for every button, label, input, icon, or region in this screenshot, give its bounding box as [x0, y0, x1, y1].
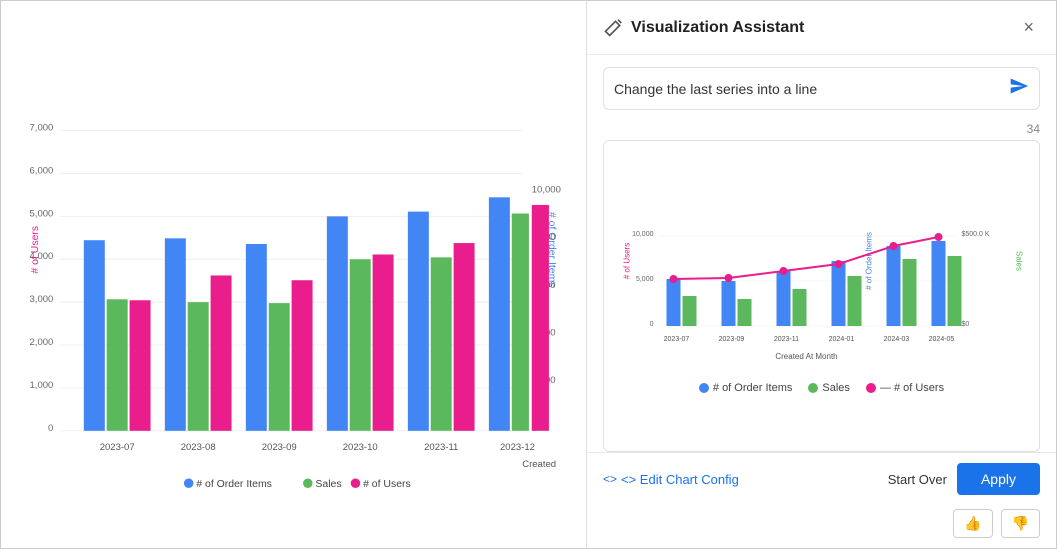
legend-label-users: ― # of Users: [880, 382, 944, 394]
close-button[interactable]: ×: [1017, 15, 1040, 40]
panel-title: Visualization Assistant: [631, 19, 804, 37]
edit-config-label: <> Edit Chart Config: [621, 472, 739, 487]
main-chart-area: # of Users # of Order Items 0 1,000 2,00…: [1, 1, 586, 548]
y-left-label: # of Users: [30, 226, 41, 274]
svg-text:# of Order Items: # of Order Items: [196, 479, 272, 488]
svg-text:$500.0 K: $500.0 K: [962, 231, 990, 238]
bar-group-3: [246, 244, 313, 431]
char-count-row: 34: [587, 122, 1056, 140]
send-icon: [1009, 76, 1029, 96]
svg-text:0: 0: [650, 321, 654, 328]
edit-config-button[interactable]: <> <> Edit Chart Config: [603, 472, 739, 487]
preview-chart-svg: # of Users # of Order Items Sales 0 5,00…: [614, 151, 1029, 371]
y-tick: 3,000: [30, 294, 54, 305]
thumbs-down-button[interactable]: 👎: [1001, 509, 1040, 538]
svg-text:10,000: 10,000: [632, 231, 654, 238]
panel-footer: <> <> Edit Chart Config Start Over Apply: [587, 452, 1056, 505]
y-tick: 4,000: [30, 251, 54, 262]
preview-y-left: # of Users: [623, 243, 632, 279]
svg-text:2023-11: 2023-11: [774, 336, 799, 343]
legend-label-sales: Sales: [822, 382, 850, 394]
legend-dot-order: [699, 383, 709, 393]
x-tick: 2023-09: [262, 442, 297, 453]
thumbs-up-button[interactable]: 👍: [953, 509, 992, 538]
char-count: 34: [1027, 122, 1040, 136]
x-tick: 2023-10: [343, 442, 378, 453]
y-tick: 6,000: [30, 165, 54, 176]
main-container: # of Users # of Order Items 0 1,000 2,00…: [0, 0, 1057, 549]
query-text: Change the last series into a line: [614, 81, 1001, 97]
bar-group-2: [165, 238, 232, 431]
svg-text:2024-01: 2024-01: [829, 336, 855, 343]
preview-x-label: Created At Month: [775, 352, 837, 361]
panel-title-group: Visualization Assistant: [603, 18, 804, 38]
viz-assistant-panel: Visualization Assistant × Change the las…: [586, 1, 1056, 548]
bar-group-4: [327, 216, 394, 430]
svg-text:# of Users: # of Users: [363, 479, 411, 488]
y-tick: 1,000: [30, 380, 54, 391]
bar-group-6: [489, 197, 510, 430]
preview-area: # of Users # of Order Items Sales 0 5,00…: [603, 140, 1040, 452]
y-right-tick: 10,000: [532, 185, 561, 196]
query-row: Change the last series into a line: [603, 67, 1040, 110]
wand-icon: [603, 18, 623, 38]
legend-users: ― # of Users: [866, 382, 944, 394]
y-tick: 7,000: [30, 123, 54, 134]
legend-sales: Sales: [808, 382, 850, 394]
svg-text:2023-09: 2023-09: [719, 336, 745, 343]
y-tick: 5,000: [30, 208, 54, 219]
preview-y-right: Sales: [1015, 251, 1024, 271]
legend-order-items: # of Order Items: [699, 382, 792, 394]
x-tick: 2023-12: [500, 442, 535, 453]
panel-header: Visualization Assistant ×: [587, 1, 1056, 55]
legend-dot-users: [866, 383, 876, 393]
svg-text:2024-05: 2024-05: [929, 336, 955, 343]
feedback-row: 👍 👎: [587, 505, 1056, 548]
bar-group-1: [84, 240, 151, 431]
x-tick: 2023-07: [100, 442, 135, 453]
svg-text:2024-03: 2024-03: [884, 336, 910, 343]
chart-legend: # of Order Items Sales # of Users: [184, 478, 411, 488]
apply-button[interactable]: Apply: [957, 463, 1040, 495]
svg-text:5,000: 5,000: [636, 276, 654, 283]
svg-text:Sales: Sales: [315, 479, 341, 488]
x-tick: 2023-08: [181, 442, 216, 453]
edit-code-icon: <>: [603, 472, 617, 486]
bar-group-5: [408, 212, 475, 431]
x-tick: 2023-11: [424, 442, 458, 453]
y-tick: 2,000: [30, 337, 54, 348]
preview-legend: # of Order Items Sales ― # of Users: [614, 376, 1029, 398]
svg-text:$0: $0: [962, 321, 970, 328]
svg-text:2023-07: 2023-07: [664, 336, 690, 343]
x-label: Created: [522, 459, 556, 470]
start-over-button[interactable]: Start Over: [888, 472, 947, 487]
send-button[interactable]: [1009, 76, 1029, 101]
legend-dot-sales: [808, 383, 818, 393]
y-tick: 0: [48, 423, 53, 434]
footer-right: Start Over Apply: [888, 463, 1040, 495]
main-chart-svg: # of Users # of Order Items 0 1,000 2,00…: [11, 21, 576, 488]
legend-label-order: # of Order Items: [713, 382, 792, 394]
